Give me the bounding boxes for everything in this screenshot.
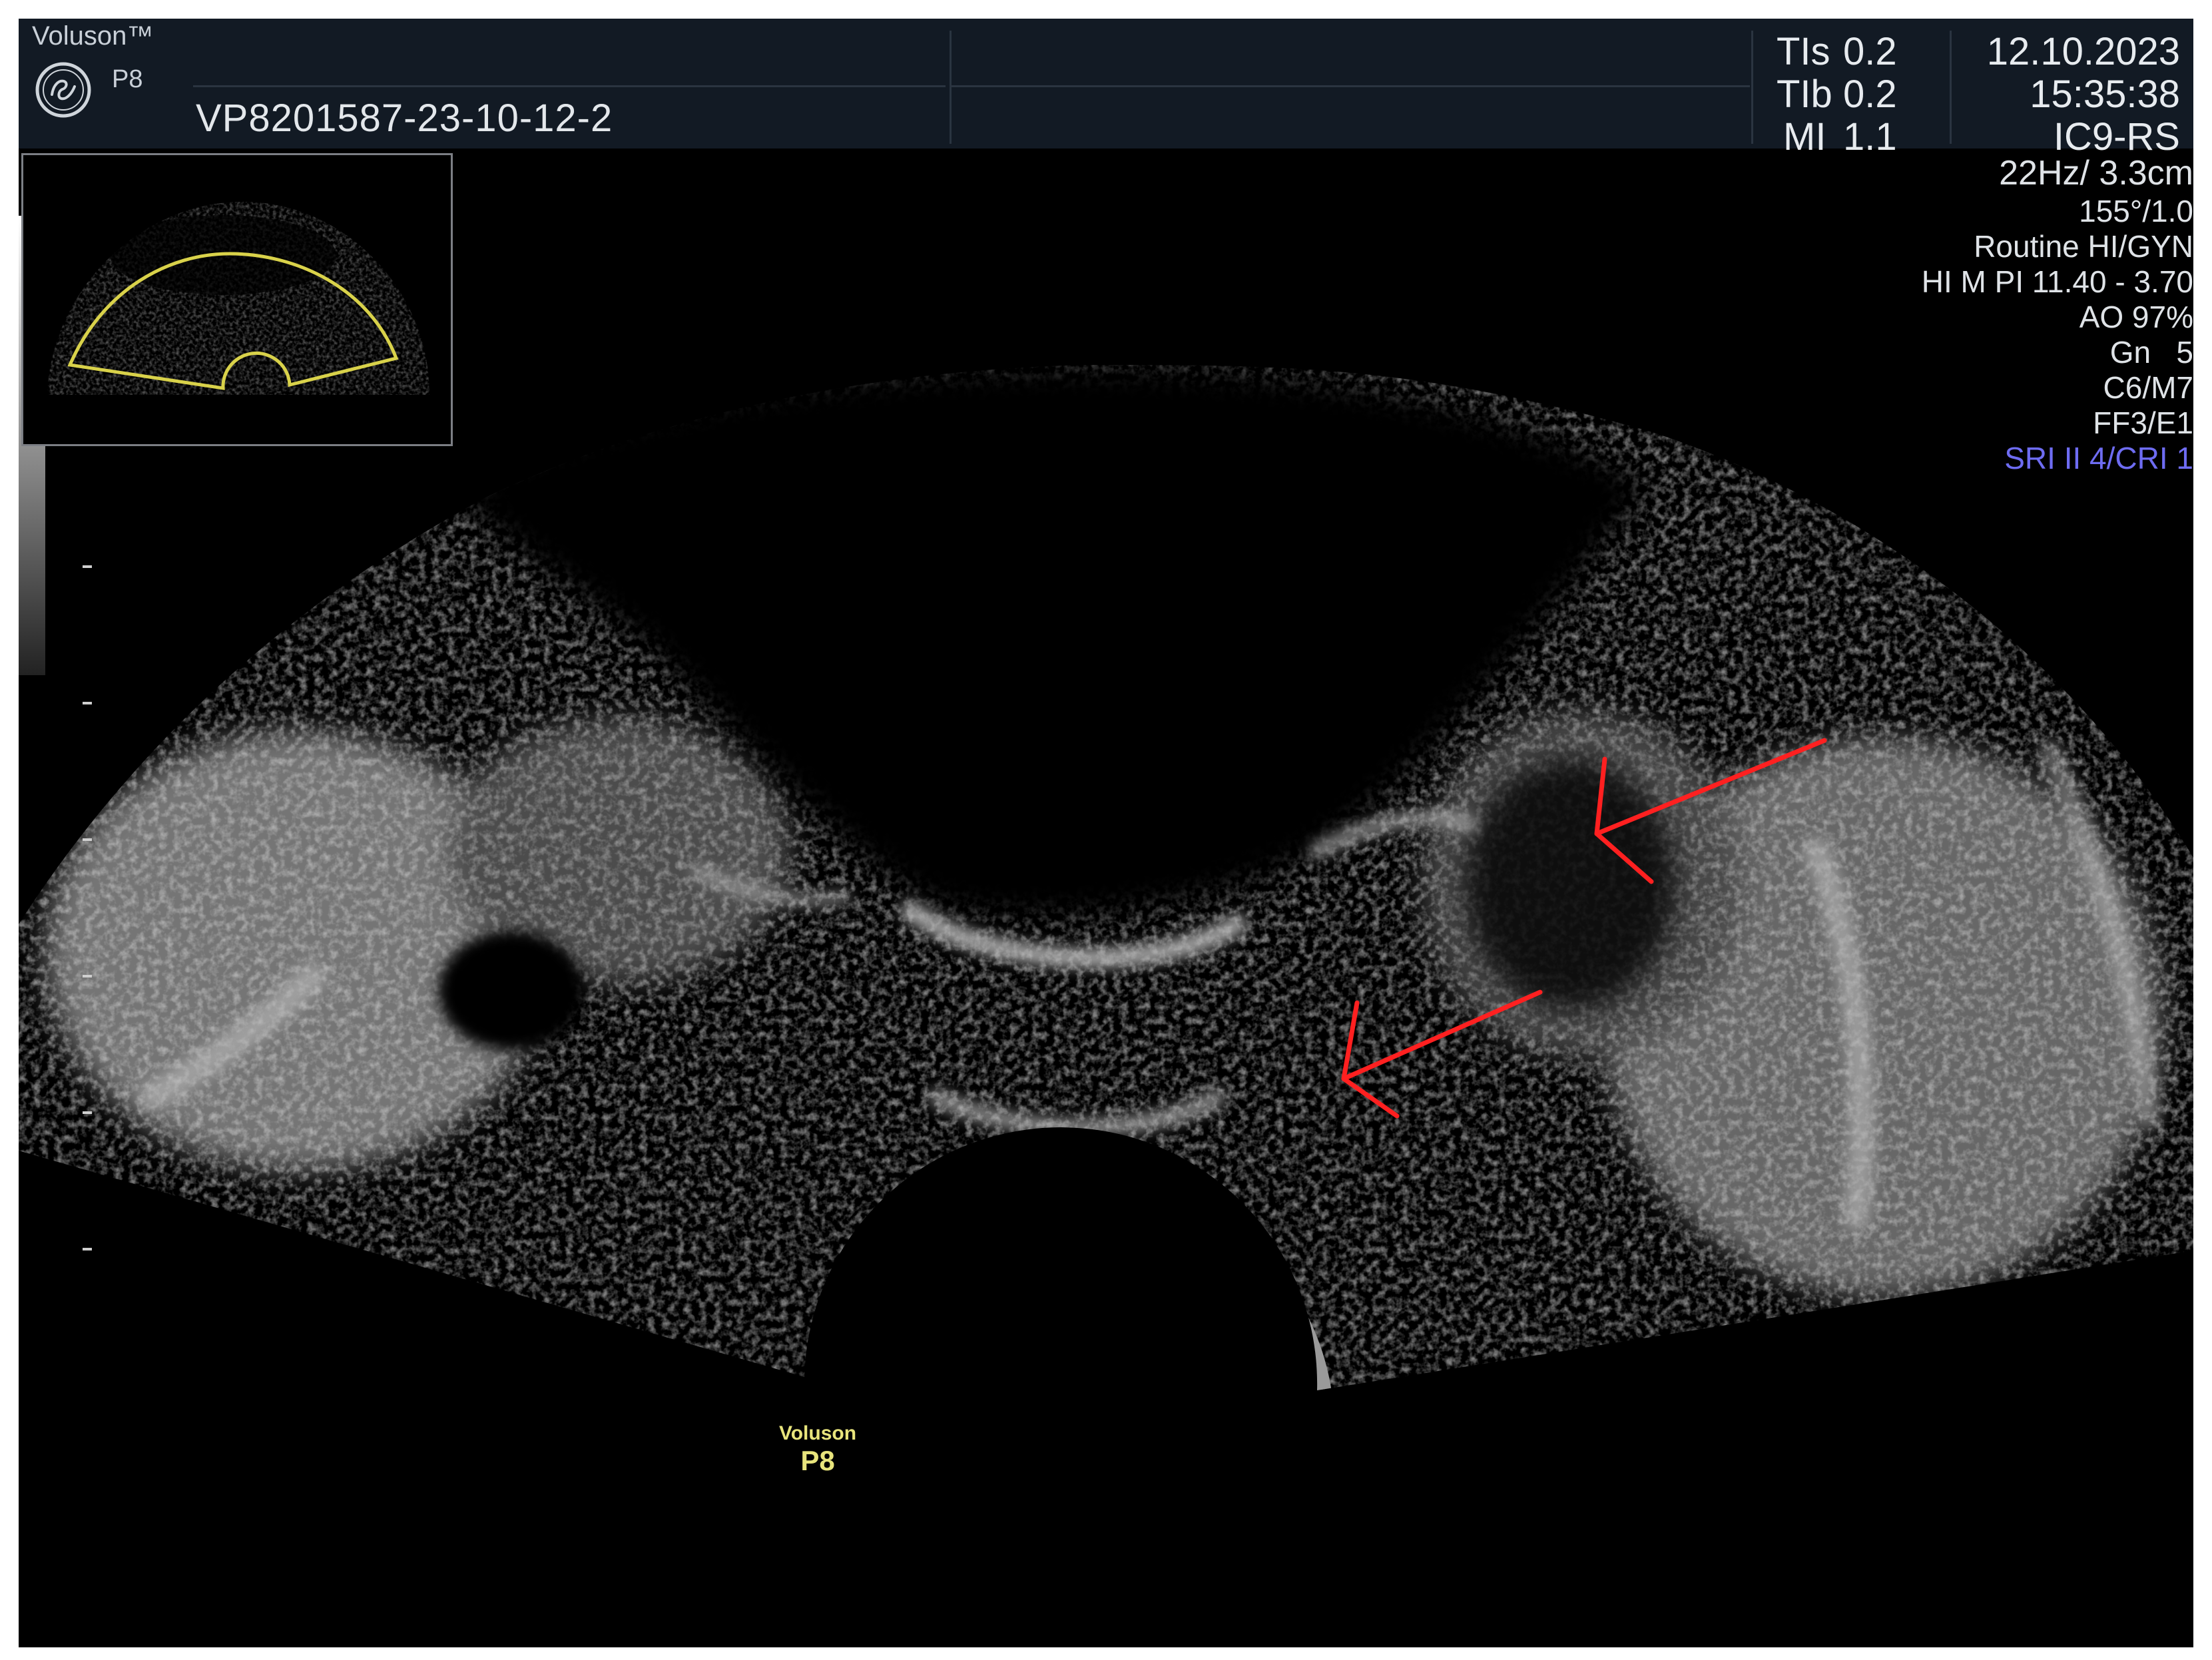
mi-label: MI xyxy=(1783,115,1826,158)
mi-value: 1.1 xyxy=(1843,115,1897,158)
cm-info: C6/M7 xyxy=(2103,370,2193,405)
tis-label: TIs xyxy=(1777,30,1830,73)
exam-date: 12.10.2023 xyxy=(1986,30,2180,73)
thumbnail-image xyxy=(47,202,429,395)
depth-tick xyxy=(83,975,92,977)
depth-tick xyxy=(83,1248,92,1250)
frequency-depth: 22Hz/ 3.3cm xyxy=(1999,154,2193,192)
tib-label: TIb xyxy=(1777,73,1832,116)
patient-id: VP8201587-23-10-12-2 xyxy=(196,97,613,140)
preset-name: Routine HI/GYN xyxy=(1974,229,2193,264)
depth-tick xyxy=(83,702,92,704)
probe-watermark: Voluson P8 xyxy=(751,1422,884,1477)
gain-info: Gn 5 xyxy=(2109,335,2193,370)
probe-label-model: P8 xyxy=(800,1445,835,1476)
tis-value: 0.2 xyxy=(1843,30,1897,73)
ff-e-info: FF3/E1 xyxy=(2093,406,2193,440)
tib-value: 0.2 xyxy=(1843,73,1897,116)
angle-info: 155°/1.0 xyxy=(2079,194,2193,228)
probe-label-brand: Voluson xyxy=(778,1422,857,1444)
acoustic-output: AO 97% xyxy=(2079,300,2193,334)
exam-time: 15:35:38 xyxy=(2030,73,2180,116)
sri-info: SRI II 4/CRI 1 xyxy=(2004,441,2193,475)
header-bar: Voluson™ P8 VP8201587-23-10-12-2 TIs 0.2… xyxy=(19,19,2193,158)
thumbnail-overview xyxy=(21,153,453,446)
ultrasound-screen: Voluson™ P8 VP8201587-23-10-12-2 TIs 0.2… xyxy=(19,19,2193,1647)
brand-label: Voluson™ xyxy=(32,21,154,51)
ge-logo-icon xyxy=(35,62,91,118)
harmonic-info: HI M PI 11.40 - 3.70 xyxy=(1921,264,2193,299)
probe-model: P8 xyxy=(112,65,143,93)
depth-tick xyxy=(83,565,92,568)
depth-tick xyxy=(83,838,92,841)
transducer-name: IC9-RS xyxy=(2053,115,2180,158)
depth-tick xyxy=(83,1111,92,1114)
